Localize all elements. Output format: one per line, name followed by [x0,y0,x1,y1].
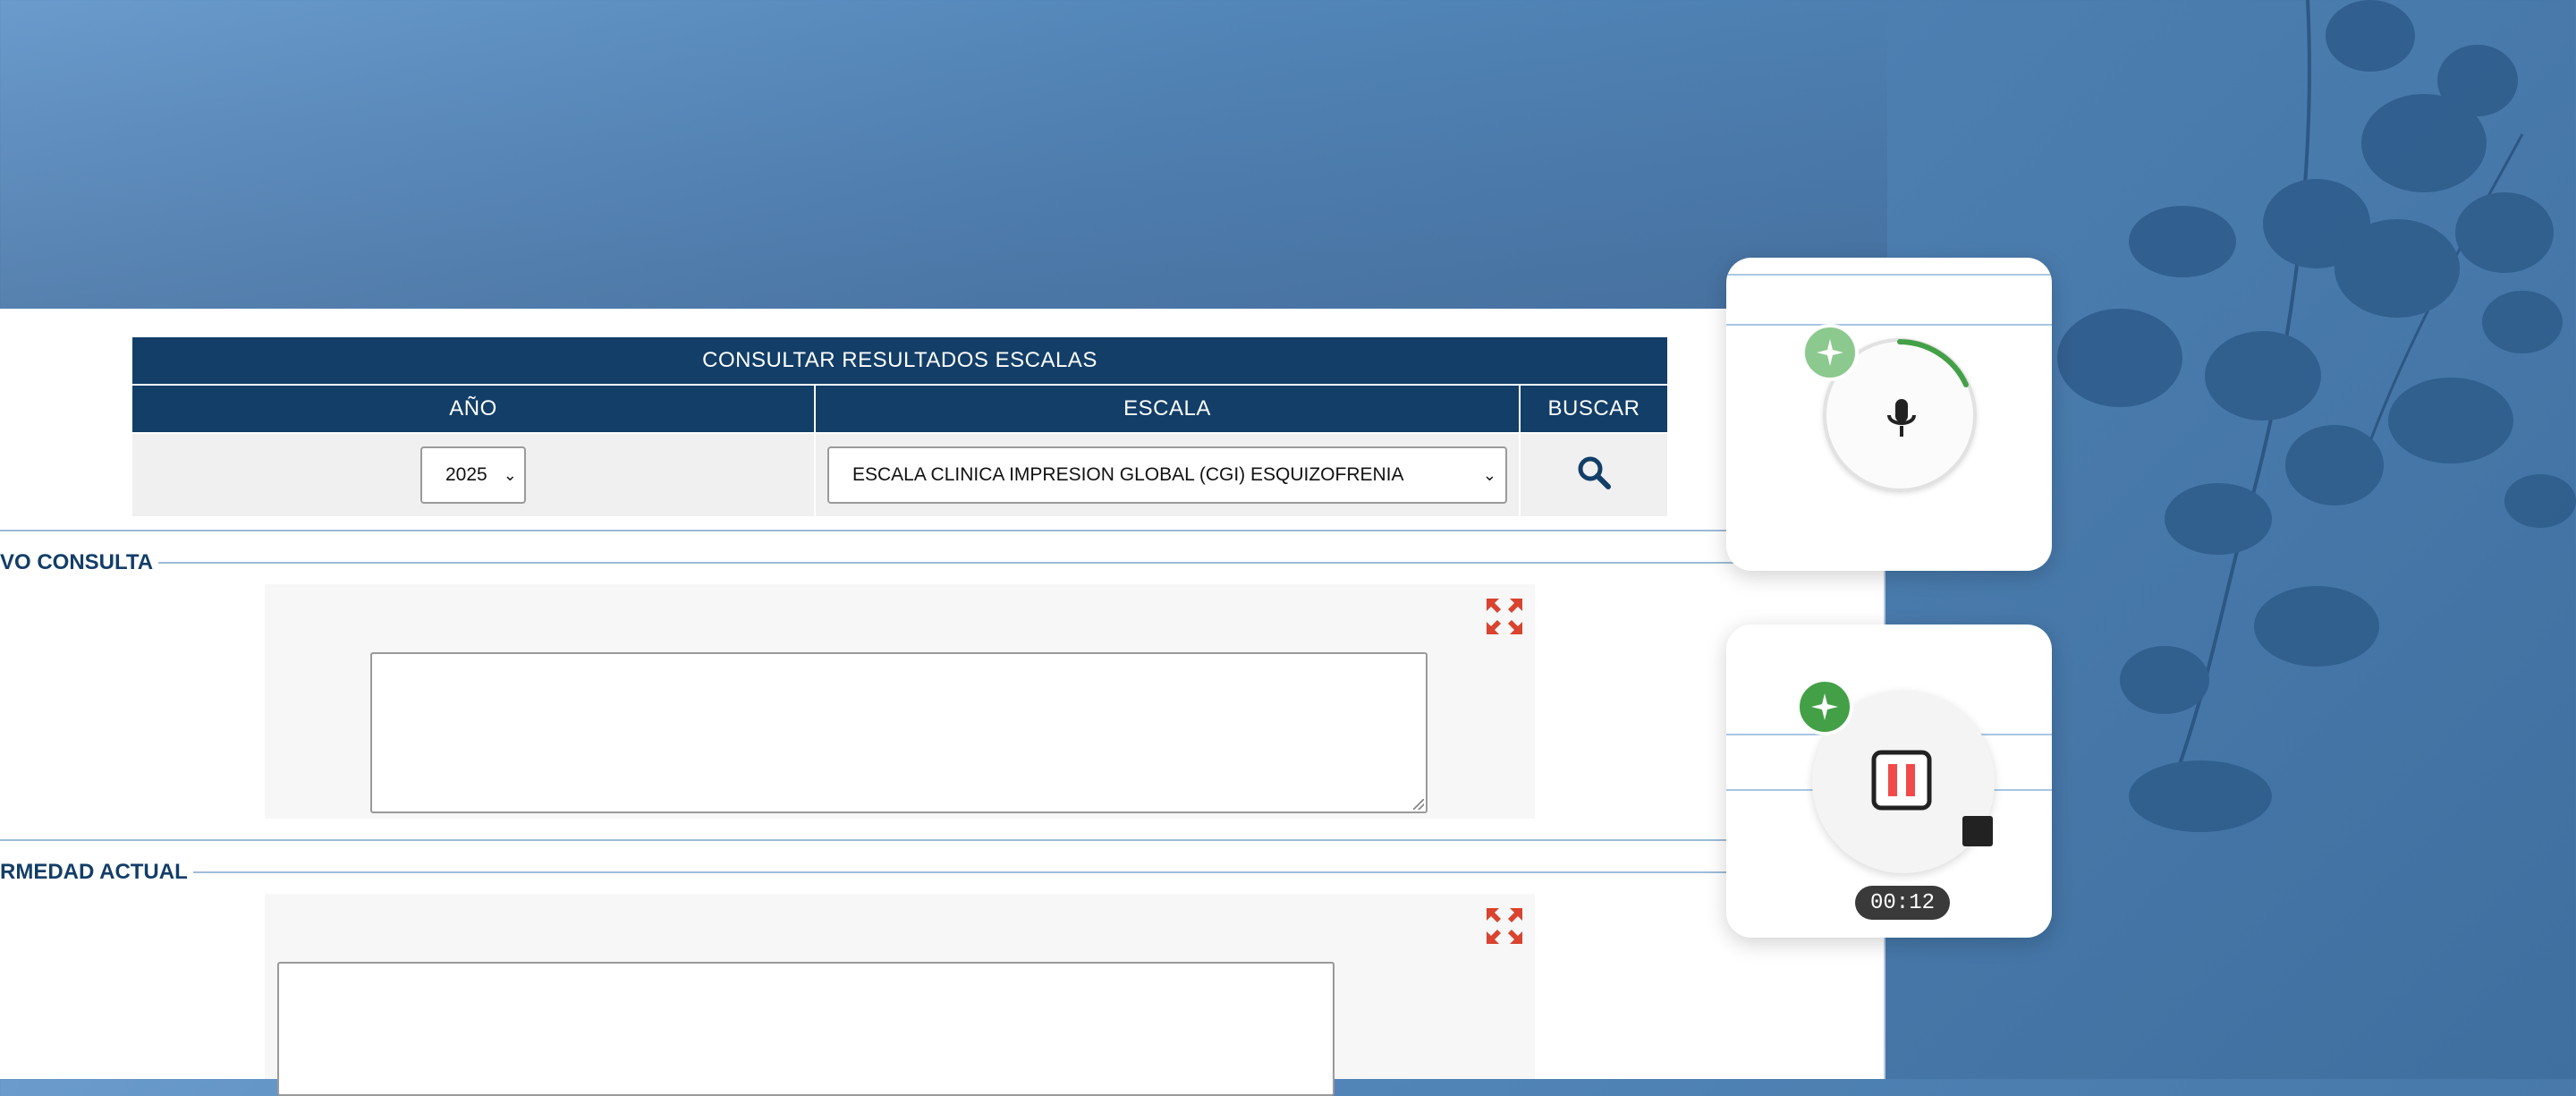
year-select[interactable]: 2025 ⌄ [420,446,526,504]
chevron-down-icon: ⌄ [503,465,517,484]
section-divider [0,530,1735,531]
consult-table-title: CONSULTAR RESULTADOS ESCALAS [131,336,1669,386]
search-cell [1519,432,1669,518]
section-divider [0,839,1735,841]
sparkle-button[interactable] [1796,678,1853,735]
chevron-down-icon: ⌄ [1482,465,1496,484]
column-scale-header: ESCALA [814,384,1521,434]
expand-icon[interactable] [1485,597,1524,636]
reason-consult-textarea[interactable] [370,652,1428,813]
resize-handle[interactable] [1413,799,1424,810]
consult-scales-table: CONSULTAR RESULTADOS ESCALAS AÑO ESCALA … [131,336,1669,518]
scale-select-value: ESCALA CLINICA IMPRESION GLOBAL (CGI) ES… [852,464,1404,485]
column-search-header: BUSCAR [1519,384,1669,434]
sparkle-icon [1817,339,1843,366]
section-reason-consult-title: VO CONSULTA [0,550,1769,575]
header-background [0,0,1887,309]
recording-widget: 00:12 [1726,624,2052,938]
stop-icon[interactable] [1962,816,1993,846]
reason-consult-field [265,584,1535,819]
widget-divider [1726,274,2052,276]
recording-timer: 00:12 [1855,886,1950,920]
pause-icon [1871,750,1932,811]
year-select-value: 2025 [445,464,487,485]
section-reason-consult-label: VO CONSULTA [0,550,154,574]
current-illness-field [265,894,1535,1096]
microphone-icon [1887,399,1916,437]
decorative-leaves [2057,0,2576,832]
scale-cell: ESCALA CLINICA IMPRESION GLOBAL (CGI) ES… [814,432,1521,518]
current-illness-textarea[interactable] [277,962,1335,1096]
voice-dictation-widget [1726,258,2052,571]
column-year-header: AÑO [131,384,816,434]
section-current-illness-label: RMEDAD ACTUAL [0,860,188,884]
expand-icon[interactable] [1485,906,1524,946]
scale-select[interactable]: ESCALA CLINICA IMPRESION GLOBAL (CGI) ES… [827,446,1507,504]
sparkle-icon [1811,693,1838,720]
year-cell: 2025 ⌄ [131,432,816,518]
sparkle-button[interactable] [1801,324,1859,381]
section-current-illness-title: RMEDAD ACTUAL [0,860,1803,885]
search-icon[interactable] [1576,455,1612,490]
main-panel: CONSULTAR RESULTADOS ESCALAS AÑO ESCALA … [0,309,1885,1096]
widget-divider [1726,324,2052,326]
